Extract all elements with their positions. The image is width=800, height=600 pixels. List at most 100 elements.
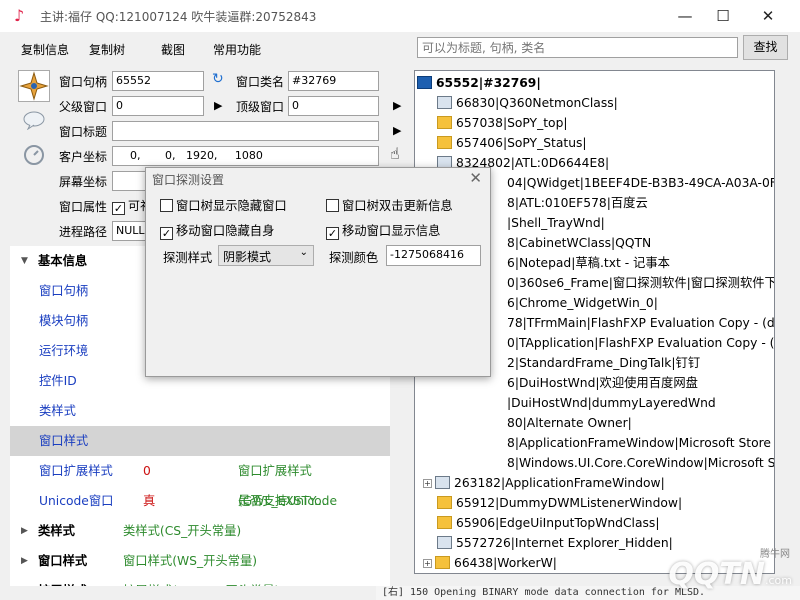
- menu-common-functions[interactable]: 常用功能: [213, 41, 261, 58]
- tree-row[interactable]: 657406|SoPY_Status|: [437, 133, 587, 153]
- info-key: 运行环境: [39, 344, 89, 358]
- tree-row[interactable]: 65912|DummyDWMListenerWindow|: [437, 493, 682, 513]
- tree-row-label: 263182|ApplicationFrameWindow|: [454, 476, 665, 490]
- search-input[interactable]: [417, 37, 738, 58]
- tree-vertical-scrollbar[interactable]: [777, 70, 794, 574]
- menu-screenshot[interactable]: 截图: [161, 41, 185, 58]
- info-section-row[interactable]: ▶ 扩展样式 扩展样式(WS_EX_开头常量): [10, 576, 390, 586]
- hwnd-field[interactable]: 65552: [112, 71, 204, 91]
- info-row[interactable]: 窗口样式: [10, 426, 390, 456]
- tree-row[interactable]: 2|StandardFrame_DingTalk|钉钉: [507, 353, 700, 373]
- expand-toggle-icon[interactable]: +: [423, 559, 432, 568]
- tree-row[interactable]: 8|ATL:010EF578|百度云: [507, 193, 648, 213]
- detect-color-label: 探测颜色: [329, 251, 379, 265]
- detect-color-field[interactable]: -1275068416: [386, 245, 481, 266]
- client-coords-label: 客户坐标: [59, 150, 108, 164]
- detect-settings-dialog: 窗口探测设置 ✕ 窗口树显示隐藏窗口 窗口树双击更新信息 ✓ 移动窗口隐藏自身 ✓…: [145, 167, 491, 377]
- tree-row[interactable]: 8|ApplicationFrameWindow|Microsoft Store: [507, 433, 771, 453]
- tree-row[interactable]: |Shell_TrayWnd|: [507, 213, 605, 233]
- info-row[interactable]: 窗口扩展样式 0 窗口扩展样式(GWL_EXSTY...: [10, 456, 390, 508]
- search-button[interactable]: 查找: [743, 35, 788, 60]
- detect-style-select[interactable]: 阴影模式 ⌄: [218, 245, 314, 266]
- info-section-row[interactable]: ▶ 窗口样式 窗口样式(WS_开头常量): [10, 546, 390, 576]
- tree-row[interactable]: 78|TFrmMain|FlashFXP Evaluation Copy - (…: [507, 313, 774, 333]
- checkbox-label: 窗口树显示隐藏窗口: [176, 199, 287, 213]
- go-top-arrow-icon[interactable]: ▶: [393, 99, 401, 112]
- menu-copy-tree[interactable]: 复制树: [89, 41, 125, 58]
- dblclick-update-checkbox[interactable]: 窗口树双击更新信息: [326, 196, 453, 214]
- tree-row[interactable]: 04|QWidget|1BEEF4DE-B3B3-49CA-A03A-0F2EB…: [507, 173, 774, 193]
- message-bubble-icon[interactable]: [22, 110, 46, 130]
- chevron-down-icon[interactable]: ▼: [21, 246, 28, 276]
- dialog-close-button[interactable]: ✕: [469, 169, 482, 187]
- info-value: 0: [143, 464, 151, 478]
- title-bar: ♪ 主讲:福仔 QQ:121007124 吹牛装逼群:20752843 — ☐ …: [0, 0, 800, 32]
- folder-icon: [435, 556, 450, 569]
- client-coords-field[interactable]: 0, 0, 1920, 1080: [112, 146, 379, 166]
- set-title-arrow-icon[interactable]: ▶: [393, 124, 401, 137]
- menu-copy-info[interactable]: 复制信息: [21, 41, 69, 58]
- tree-row[interactable]: 657038|SoPY_top|: [437, 113, 568, 133]
- parent-window-field[interactable]: 0: [112, 96, 204, 116]
- tree-row[interactable]: 6|Chrome_WidgetWin_0|: [507, 293, 658, 313]
- show-info-on-move-checkbox[interactable]: ✓ 移动窗口显示信息: [326, 221, 440, 240]
- tree-row[interactable]: 65906|EdgeUiInputTopWndClass|: [437, 513, 659, 533]
- checkbox-box[interactable]: ✓: [326, 227, 339, 240]
- class-name-field[interactable]: #32769: [288, 71, 379, 91]
- visible-checkbox-box[interactable]: ✓: [112, 202, 125, 215]
- watermark-logo: QQTN.com 腾牛网: [668, 549, 792, 592]
- dialog-title: 窗口探测设置: [152, 173, 225, 187]
- chevron-right-icon[interactable]: ▶: [21, 576, 28, 586]
- tree-row[interactable]: 66830|Q360NetmonClass|: [437, 93, 618, 113]
- tree-row[interactable]: 6|Notepad|草稿.txt - 记事本: [507, 253, 670, 273]
- tree-row-label: 04|QWidget|1BEEF4DE-B3B3-49CA-A03A-0F2EB…: [507, 176, 774, 190]
- info-key: 窗口扩展样式: [39, 464, 113, 478]
- hand-cursor-icon[interactable]: ☝: [390, 144, 400, 163]
- tree-row[interactable]: 6|DuiHostWnd|欢迎使用百度网盘: [507, 373, 698, 393]
- tree-row[interactable]: +66438|WorkerW|: [423, 553, 557, 573]
- timer-icon[interactable]: [22, 142, 46, 166]
- info-value: 真: [143, 494, 156, 508]
- checkbox-label: 窗口树双击更新信息: [342, 199, 453, 213]
- window-icon: [437, 96, 452, 109]
- checkbox-box[interactable]: ✓: [160, 227, 173, 240]
- go-parent-arrow-icon[interactable]: ▶: [214, 99, 222, 112]
- show-hidden-windows-checkbox[interactable]: 窗口树显示隐藏窗口: [160, 196, 287, 214]
- checkbox-box[interactable]: [160, 199, 173, 212]
- top-window-label: 顶级窗口: [236, 100, 285, 114]
- tree-row-label: |DuiHostWnd|dummyLayeredWnd: [507, 396, 716, 410]
- tree-row-label: 80|Alternate Owner|: [507, 416, 632, 430]
- tree-root[interactable]: 65552|#32769|: [417, 73, 541, 93]
- screen-coords-label: 屏幕坐标: [59, 175, 108, 189]
- info-row[interactable]: 类样式: [10, 396, 390, 426]
- hide-self-on-move-checkbox[interactable]: ✓ 移动窗口隐藏自身: [160, 221, 274, 240]
- tree-row-label: 65912|DummyDWMListenerWindow|: [456, 496, 683, 510]
- expand-toggle-icon[interactable]: +: [423, 479, 432, 488]
- info-section-row[interactable]: ▶ 类样式 类样式(CS_开头常量): [10, 516, 390, 546]
- detect-style-value: 阴影模式: [223, 250, 272, 264]
- tree-row-label: 657038|SoPY_top|: [456, 116, 568, 130]
- refresh-icon[interactable]: ↻: [212, 71, 224, 87]
- info-row[interactable]: Unicode窗口 真 是否支持Unicode: [10, 486, 390, 516]
- tree-row[interactable]: 8|Windows.UI.Core.CoreWindow|Microsoft S…: [507, 453, 774, 473]
- tree-row[interactable]: 80|Alternate Owner|: [507, 413, 632, 433]
- tree-row[interactable]: 0|TApplication|FlashFXP Evaluation Copy …: [507, 333, 774, 353]
- tree-row-label: 65906|EdgeUiInputTopWndClass|: [456, 516, 660, 530]
- crosshair-finder-icon[interactable]: [18, 70, 50, 102]
- tree-row[interactable]: 5572726|Internet Explorer_Hidden|: [437, 533, 673, 553]
- tree-row-label: 657406|SoPY_Status|: [456, 136, 587, 150]
- close-button[interactable]: ✕: [745, 0, 791, 32]
- tree-row[interactable]: 8|CabinetWClass|QQTN: [507, 233, 651, 253]
- chevron-right-icon[interactable]: ▶: [21, 546, 28, 576]
- maximize-button[interactable]: ☐: [700, 0, 746, 32]
- window-icon: [437, 536, 452, 549]
- tree-row[interactable]: +263182|ApplicationFrameWindow|: [423, 473, 665, 493]
- window-title-field[interactable]: [112, 121, 379, 141]
- tree-row-label: 8|ApplicationFrameWindow|Microsoft Store: [507, 436, 771, 450]
- chevron-right-icon[interactable]: ▶: [21, 516, 28, 546]
- top-window-field[interactable]: 0: [288, 96, 379, 116]
- tree-row[interactable]: 0|360se6_Frame|窗口探测软件|窗口探测软件下载 v1: [507, 273, 774, 293]
- checkbox-box[interactable]: [326, 199, 339, 212]
- window-title: 主讲:福仔 QQ:121007124 吹牛装逼群:20752843: [40, 10, 317, 24]
- tree-row[interactable]: |DuiHostWnd|dummyLayeredWnd: [507, 393, 716, 413]
